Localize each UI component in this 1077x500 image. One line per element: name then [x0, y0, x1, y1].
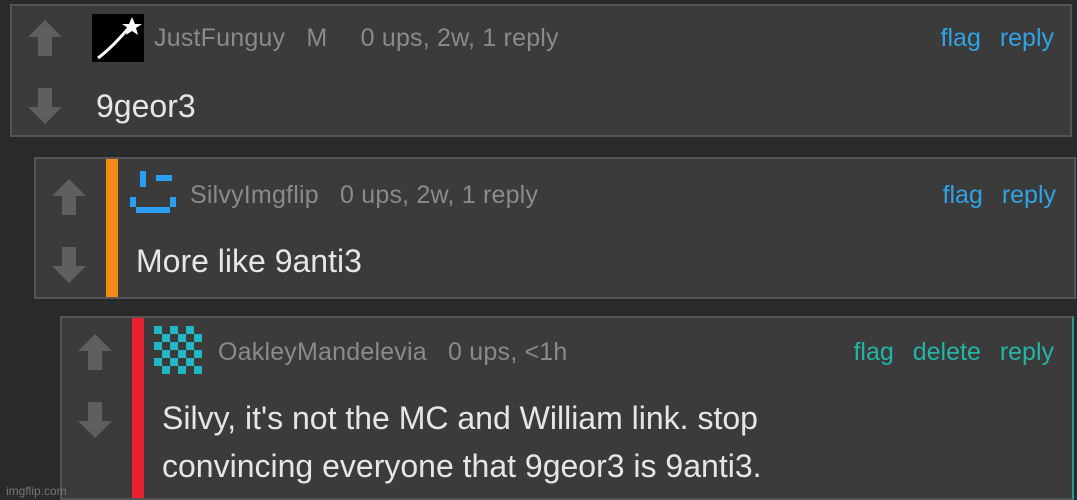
- vote-column: [36, 159, 102, 297]
- comment-stats: 0 ups, <1h: [448, 338, 568, 366]
- comment-text-line-1: Silvy, it's not the MC and William link.…: [162, 400, 758, 436]
- comment-actions: flag reply: [929, 24, 1054, 53]
- comment-2: SilvyImgflip 0 ups, 2w, 1 reply flag rep…: [34, 157, 1076, 299]
- comment-actions: flag reply: [931, 181, 1056, 210]
- comment-actions: flag delete reply: [841, 338, 1054, 367]
- flag-link[interactable]: flag: [943, 181, 983, 209]
- username[interactable]: SilvyImgflip: [190, 181, 319, 209]
- reply-link[interactable]: reply: [1002, 181, 1056, 209]
- comment-meta: OakleyMandelevia 0 ups, <1h: [218, 338, 568, 367]
- upvote-icon[interactable]: [78, 334, 112, 370]
- comment-text: More like 9anti3: [136, 243, 362, 279]
- upvote-icon[interactable]: [52, 179, 86, 215]
- comment-1: JustFunguy M 0 ups, 2w, 1 reply flag rep…: [10, 4, 1072, 137]
- comment-3: OakleyMandelevia 0 ups, <1h flag delete …: [60, 316, 1074, 500]
- downvote-icon[interactable]: [28, 88, 62, 124]
- avatar[interactable]: [128, 169, 178, 217]
- username[interactable]: OakleyMandelevia: [218, 338, 427, 366]
- username[interactable]: JustFunguy: [154, 24, 285, 52]
- comment-text: 9geor3: [96, 88, 196, 124]
- gender-badge: M: [306, 24, 328, 52]
- comment-text-line-2: convincing everyone that 9geor3 is 9anti…: [162, 448, 762, 484]
- watermark: imgflip.com: [6, 484, 67, 498]
- avatar[interactable]: [154, 326, 206, 378]
- vote-column: [62, 318, 128, 498]
- comment-meta: JustFunguy M 0 ups, 2w, 1 reply: [154, 24, 559, 53]
- downvote-icon[interactable]: [52, 247, 86, 283]
- reply-link[interactable]: reply: [1000, 24, 1054, 52]
- upvote-icon[interactable]: [28, 20, 62, 56]
- thread-stripe: [106, 159, 118, 297]
- vote-column: [12, 6, 78, 135]
- avatar[interactable]: [92, 14, 144, 62]
- thread-stripe: [132, 318, 144, 498]
- flag-link[interactable]: flag: [853, 338, 893, 366]
- comment-meta: SilvyImgflip 0 ups, 2w, 1 reply: [190, 181, 538, 210]
- reply-link[interactable]: reply: [1000, 338, 1054, 366]
- comment-stats: 0 ups, 2w, 1 reply: [360, 24, 559, 52]
- downvote-icon[interactable]: [78, 402, 112, 438]
- delete-link[interactable]: delete: [913, 338, 981, 366]
- flag-link[interactable]: flag: [941, 24, 981, 52]
- comment-stats: 0 ups, 2w, 1 reply: [339, 181, 539, 209]
